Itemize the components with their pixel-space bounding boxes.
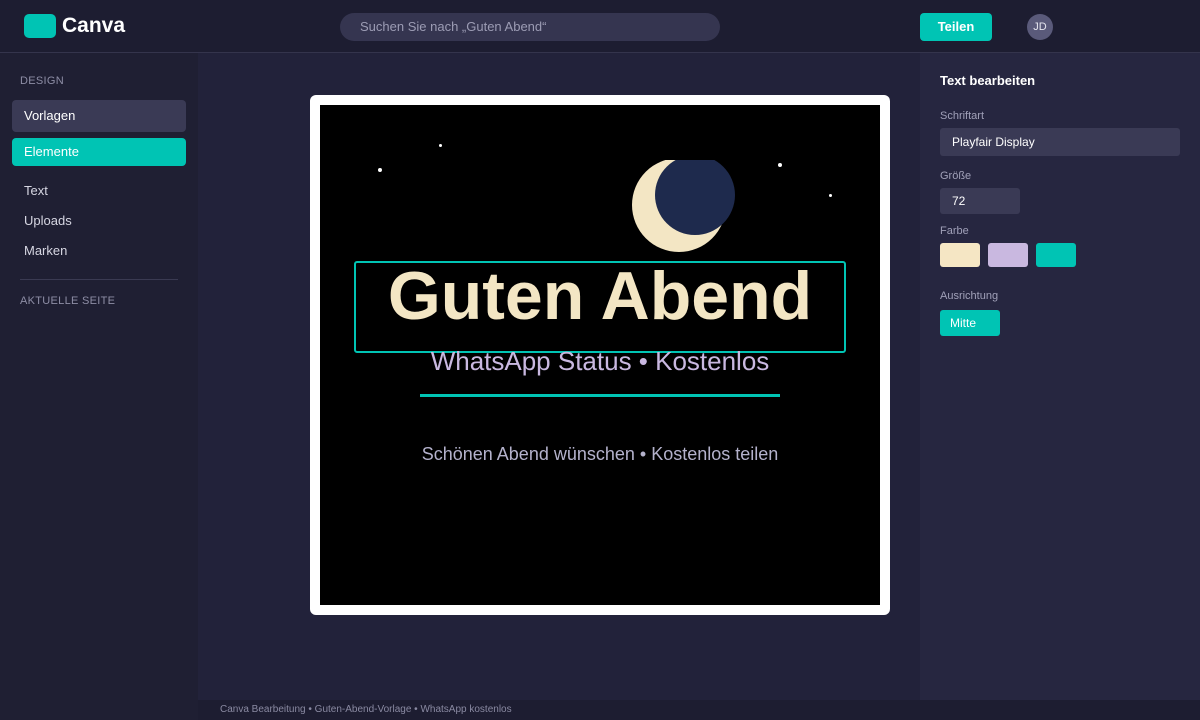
- subheadline-text[interactable]: WhatsApp Status • Kostenlos: [320, 346, 880, 376]
- share-button[interactable]: Teilen: [920, 13, 992, 41]
- panel-title: Text bearbeiten: [940, 73, 1036, 88]
- tagline-text[interactable]: Schönen Abend wünschen • Kostenlos teile…: [320, 443, 880, 465]
- font-select[interactable]: Playfair Display: [940, 128, 1180, 156]
- sidebar-item-uploads[interactable]: Uploads: [24, 213, 72, 228]
- font-size-input[interactable]: 72: [940, 188, 1020, 214]
- top-bar: Canva Suchen Sie nach „Guten Abend“ Teil…: [0, 0, 1200, 53]
- sidebar-heading-current-page: AKTUELLE SEITE: [20, 295, 116, 307]
- color-swatch-cream[interactable]: [940, 243, 980, 267]
- sidebar-heading-design: DESIGN: [20, 75, 64, 87]
- search-input[interactable]: Suchen Sie nach „Guten Abend“: [340, 13, 720, 41]
- user-avatar[interactable]: JD: [1027, 14, 1053, 40]
- crescent-moon-icon[interactable]: [632, 160, 752, 270]
- left-sidebar: DESIGN Vorlagen Elemente Text Uploads Ma…: [0, 53, 198, 720]
- sidebar-item-elemente[interactable]: Elemente: [12, 138, 186, 166]
- alignment-label: Ausrichtung: [940, 290, 999, 302]
- sidebar-item-vorlagen[interactable]: Vorlagen: [12, 100, 186, 132]
- star-icon: [829, 194, 832, 197]
- font-label: Schriftart: [940, 110, 985, 122]
- canva-logo[interactable]: Canva: [24, 14, 125, 38]
- star-icon: [439, 144, 442, 147]
- sidebar-item-text[interactable]: Text: [24, 183, 48, 198]
- star-icon: [378, 168, 382, 172]
- size-label: Größe: [940, 170, 972, 182]
- sidebar-item-marken[interactable]: Marken: [24, 243, 67, 258]
- design-page[interactable]: Guten Abend WhatsApp Status • Kostenlos …: [310, 95, 890, 615]
- logo-text: Canva: [62, 14, 126, 37]
- color-swatch-lavender[interactable]: [988, 243, 1028, 267]
- color-label: Farbe: [940, 225, 969, 237]
- headline-text[interactable]: Guten Abend: [320, 256, 880, 336]
- status-footer: Canva Bearbeitung • Guten-Abend-Vorlage …: [198, 700, 1200, 720]
- design-artboard[interactable]: Guten Abend WhatsApp Status • Kostenlos …: [320, 105, 880, 605]
- text-edit-panel: Text bearbeiten Schriftart Playfair Disp…: [920, 53, 1200, 700]
- footer-text: Canva Bearbeitung • Guten-Abend-Vorlage …: [220, 704, 512, 715]
- star-icon: [778, 163, 782, 167]
- alignment-center-button[interactable]: Mitte: [940, 310, 1000, 336]
- accent-divider-line[interactable]: [420, 394, 780, 397]
- canva-logo-icon: [24, 14, 56, 38]
- canvas-workspace: Guten Abend WhatsApp Status • Kostenlos …: [198, 53, 920, 700]
- sidebar-divider: [20, 279, 178, 280]
- color-swatch-teal[interactable]: [1036, 243, 1076, 267]
